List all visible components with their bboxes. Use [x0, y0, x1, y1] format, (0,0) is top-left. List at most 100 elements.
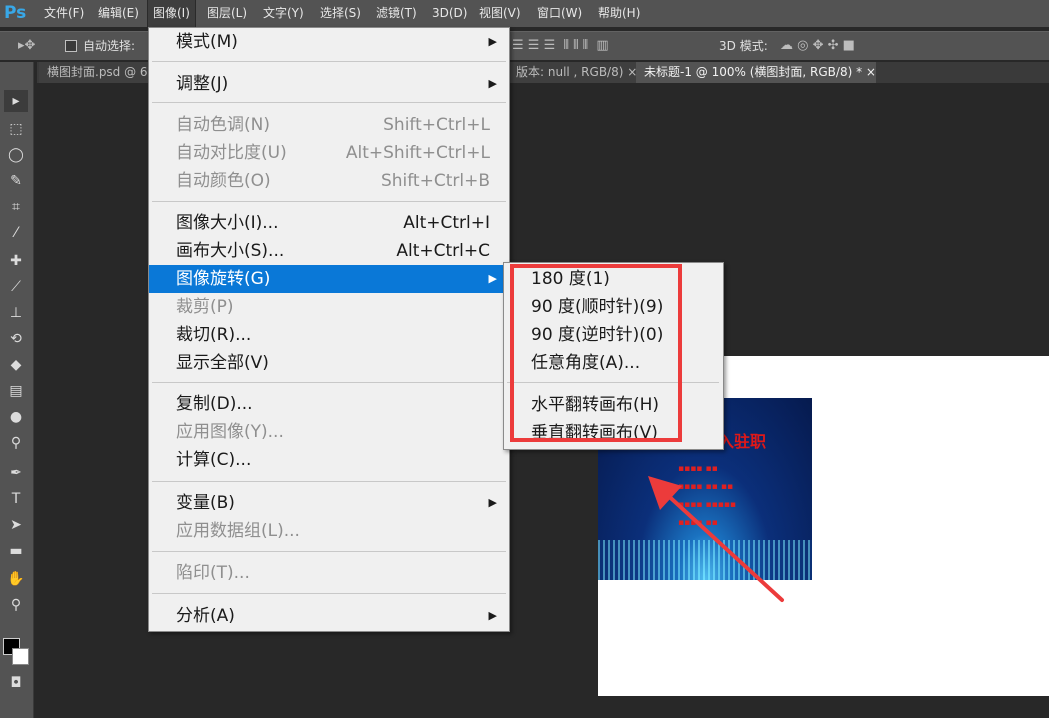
submenu-arrow-icon: ▶: [488, 496, 497, 509]
menu-help[interactable]: 帮助(H): [593, 0, 645, 27]
submenu-arrow-icon: ▶: [488, 609, 497, 622]
menu-view[interactable]: 视图(V): [474, 0, 526, 27]
tab-cover-psd[interactable]: 横图封面.psd @ 66: [39, 62, 165, 83]
menu-item-crop[interactable]: 裁剪(P): [149, 293, 509, 321]
blur-tool-icon[interactable]: ●: [4, 406, 28, 428]
menu-item-label: 裁切(R)...: [176, 325, 252, 345]
menu-item-shortcut: Alt+Shift+Ctrl+L: [345, 143, 490, 163]
menu-item-label: 计算(C)...: [176, 450, 252, 470]
type-tool-icon[interactable]: T: [4, 488, 28, 510]
menu-item-shortcut: Shift+Ctrl+L: [383, 115, 490, 135]
menu-3d[interactable]: 3D(D): [427, 0, 472, 27]
menu-item-label: 调整(J): [176, 74, 229, 94]
menu-item-label: 图像大小(I)...: [176, 213, 279, 233]
tab-untitled-1[interactable]: 未标题-1 @ 100% (横图封面, RGB/8) * ×: [636, 62, 876, 83]
marquee-tool-icon[interactable]: ⬚: [4, 118, 28, 140]
menu-item-label: 裁剪(P): [176, 297, 234, 317]
healing-brush-icon[interactable]: ✚: [4, 250, 28, 272]
pen-tool-icon[interactable]: ✒: [4, 462, 28, 484]
hand-tool-icon[interactable]: ✋: [4, 568, 28, 590]
menu-item-shortcut: Shift+Ctrl+B: [380, 171, 490, 191]
menu-item-shortcut: Alt+Ctrl+I: [403, 213, 490, 233]
quick-mask-icon[interactable]: ◘: [4, 672, 28, 694]
auto-select-checkbox[interactable]: [65, 40, 77, 52]
menu-item-apply-image[interactable]: 应用图像(Y)...: [149, 418, 509, 446]
zoom-tool-icon[interactable]: ⚲: [4, 594, 28, 616]
path-select-tool-icon[interactable]: ➤: [4, 514, 28, 536]
tab-version[interactable]: 版本: null , RGB/8) ×: [508, 62, 648, 83]
crop-tool-icon[interactable]: ⌗: [4, 196, 28, 218]
menu-item-variables[interactable]: 变量(B) ▶: [149, 489, 509, 517]
tab-label: 未标题-1 @ 100% (横图封面, RGB/8) *: [644, 65, 863, 79]
menu-item-analysis[interactable]: 分析(A) ▶: [149, 602, 509, 630]
quick-select-tool-icon[interactable]: ✎: [4, 170, 28, 192]
menu-image[interactable]: 图像(I): [147, 0, 196, 28]
menu-separator: [152, 201, 506, 202]
menu-window[interactable]: 窗口(W): [532, 0, 587, 27]
auto-select-label: 自动选择:: [83, 39, 136, 53]
menu-separator: [152, 593, 506, 594]
brush-tool-icon[interactable]: ⟋: [4, 276, 28, 298]
menu-edit[interactable]: 编辑(E): [93, 0, 144, 27]
dodge-tool-icon[interactable]: ⚲: [4, 432, 28, 454]
submenu-arrow-icon: ▶: [488, 272, 497, 285]
menu-item-duplicate[interactable]: 复制(D)...: [149, 390, 509, 418]
menu-item-image-size[interactable]: 图像大小(I)... Alt+Ctrl+I: [149, 209, 509, 237]
menu-item-label: 显示全部(V): [176, 353, 269, 373]
menu-item-label: 自动色调(N): [176, 115, 270, 135]
menu-filter[interactable]: 滤镜(T): [371, 0, 422, 27]
menu-separator: [152, 61, 506, 62]
annotation-arrow: [648, 476, 784, 602]
menu-separator: [152, 382, 506, 383]
menu-item-apply-data-set[interactable]: 应用数据组(L)...: [149, 517, 509, 545]
menu-item-label: 复制(D)...: [176, 394, 253, 414]
history-brush-icon[interactable]: ⟲: [4, 328, 28, 350]
menu-file[interactable]: 文件(F): [39, 0, 89, 27]
menu-item-mode[interactable]: 模式(M) ▶: [149, 28, 509, 56]
arrow-shaft: [660, 488, 784, 602]
menu-item-reveal-all[interactable]: 显示全部(V): [149, 349, 509, 377]
menu-item-image-rotation[interactable]: 图像旋转(G) ▶: [149, 265, 509, 293]
toolbox: ▸ ⬚ ◯ ✎ ⌗ ⁄ ✚ ⟋ ⊥ ⟲ ◆ ▤ ● ⚲ ✒ T ➤ ▬ ✋ ⚲ …: [0, 62, 34, 718]
menu-separator: [152, 102, 506, 103]
shape-tool-icon[interactable]: ▬: [4, 540, 28, 562]
close-icon[interactable]: ×: [866, 65, 876, 79]
menu-separator: [152, 481, 506, 482]
menu-item-label: 自动对比度(U): [176, 143, 287, 163]
submenu-arrow-icon: ▶: [488, 35, 497, 48]
image-menu-dropdown: 模式(M) ▶ 调整(J) ▶ 自动色调(N) Shift+Ctrl+L 自动对比度(U) A…: [148, 27, 510, 632]
3d-tool-icons[interactable]: ☁ ◎ ✥ ✣ ■: [780, 32, 855, 60]
stamp-tool-icon[interactable]: ⊥: [4, 302, 28, 324]
image-title-fragment: 入驻职: [718, 432, 767, 451]
background-color-swatch[interactable]: [12, 648, 29, 665]
menu-item-adjustments[interactable]: 调整(J) ▶: [149, 70, 509, 98]
move-tool-icon[interactable]: ▸✥: [18, 32, 35, 60]
menu-layer[interactable]: 图层(L): [202, 0, 252, 27]
menu-item-label: 应用图像(Y)...: [176, 422, 284, 442]
menu-item-trap[interactable]: 陷印(T)...: [149, 559, 509, 587]
menu-select[interactable]: 选择(S): [315, 0, 366, 27]
menu-item-label: 自动颜色(O): [176, 171, 271, 191]
photoshop-logo: Ps: [4, 3, 27, 23]
menu-item-auto-color[interactable]: 自动颜色(O) Shift+Ctrl+B: [149, 167, 509, 195]
menu-bar: Ps 文件(F) 编辑(E) 图像(I) 图层(L) 文字(Y) 选择(S) 滤…: [0, 0, 1049, 28]
menu-item-canvas-size[interactable]: 画布大小(S)... Alt+Ctrl+C: [149, 237, 509, 265]
tab-label: 版本: null , RGB/8): [516, 65, 624, 79]
menu-item-calculations[interactable]: 计算(C)...: [149, 446, 509, 474]
gradient-tool-icon[interactable]: ▤: [4, 380, 28, 402]
annotation-highlight-box: [510, 264, 682, 442]
menu-item-label: 模式(M): [176, 32, 238, 52]
menu-type[interactable]: 文字(Y): [258, 0, 309, 27]
menu-item-label: 图像旋转(G): [176, 269, 271, 289]
menu-item-shortcut: Alt+Ctrl+C: [396, 241, 490, 261]
eyedropper-tool-icon[interactable]: ⁄: [4, 222, 28, 244]
align-icons[interactable]: ☰ ☰ ☰ ⫴ ⫴ ⫴ ▥: [512, 32, 609, 60]
move-tool-icon[interactable]: ▸: [4, 90, 28, 112]
eraser-tool-icon[interactable]: ◆: [4, 354, 28, 376]
menu-item-label: 陷印(T)...: [176, 563, 250, 583]
3d-mode-label: 3D 模式:: [719, 39, 768, 53]
menu-item-auto-tone[interactable]: 自动色调(N) Shift+Ctrl+L: [149, 111, 509, 139]
menu-item-trim[interactable]: 裁切(R)...: [149, 321, 509, 349]
lasso-tool-icon[interactable]: ◯: [4, 144, 28, 166]
menu-item-auto-contrast[interactable]: 自动对比度(U) Alt+Shift+Ctrl+L: [149, 139, 509, 167]
